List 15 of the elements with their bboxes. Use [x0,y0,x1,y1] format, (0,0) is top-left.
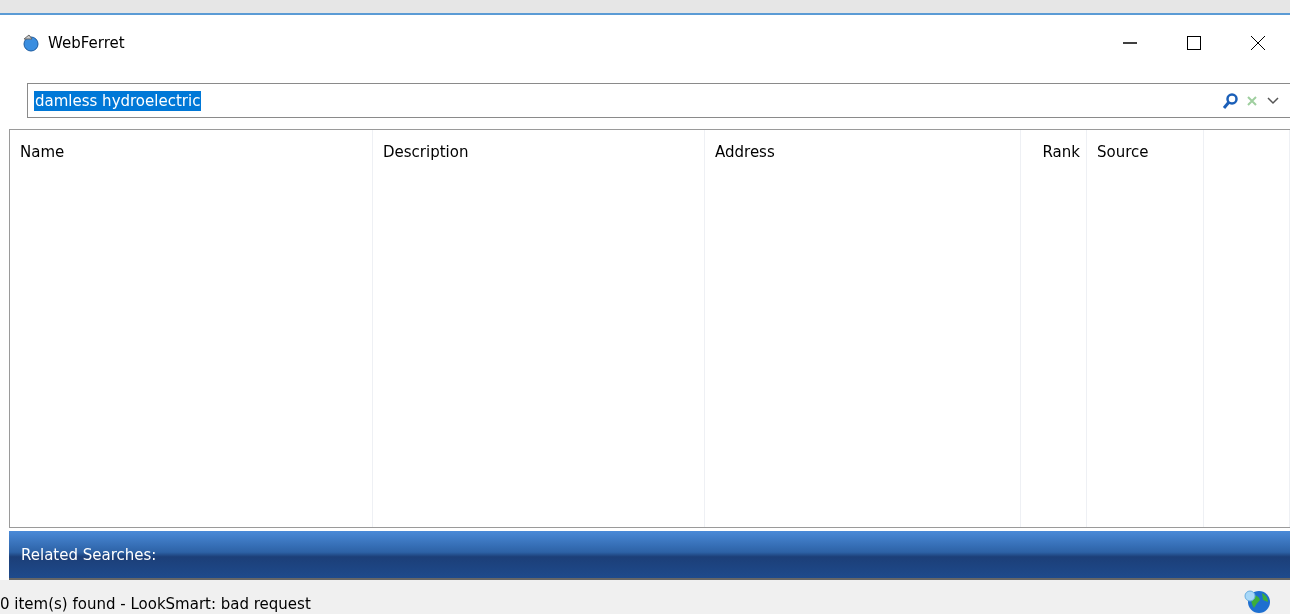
related-searches-bar: Related Searches: [9,531,1290,580]
column-header[interactable]: Name [10,130,373,174]
window-title: WebFerret [48,33,126,52]
ferret-globe-icon [20,32,40,53]
search-text: damless hydroelectric [34,90,202,111]
column-header[interactable]: Rank [1021,130,1087,174]
close-icon [1250,34,1266,51]
column-header[interactable]: Address [705,130,1021,174]
status-text: 0 item(s) found - LookSmart: bad request [0,595,311,614]
globe-icon [1244,588,1272,614]
search-field[interactable]: damless hydroelectric [27,83,1290,118]
column-header[interactable]: Description [373,130,705,174]
column-header[interactable]: Source [1087,130,1204,174]
maximize-icon [1186,34,1202,51]
minimize-icon [1123,41,1137,44]
